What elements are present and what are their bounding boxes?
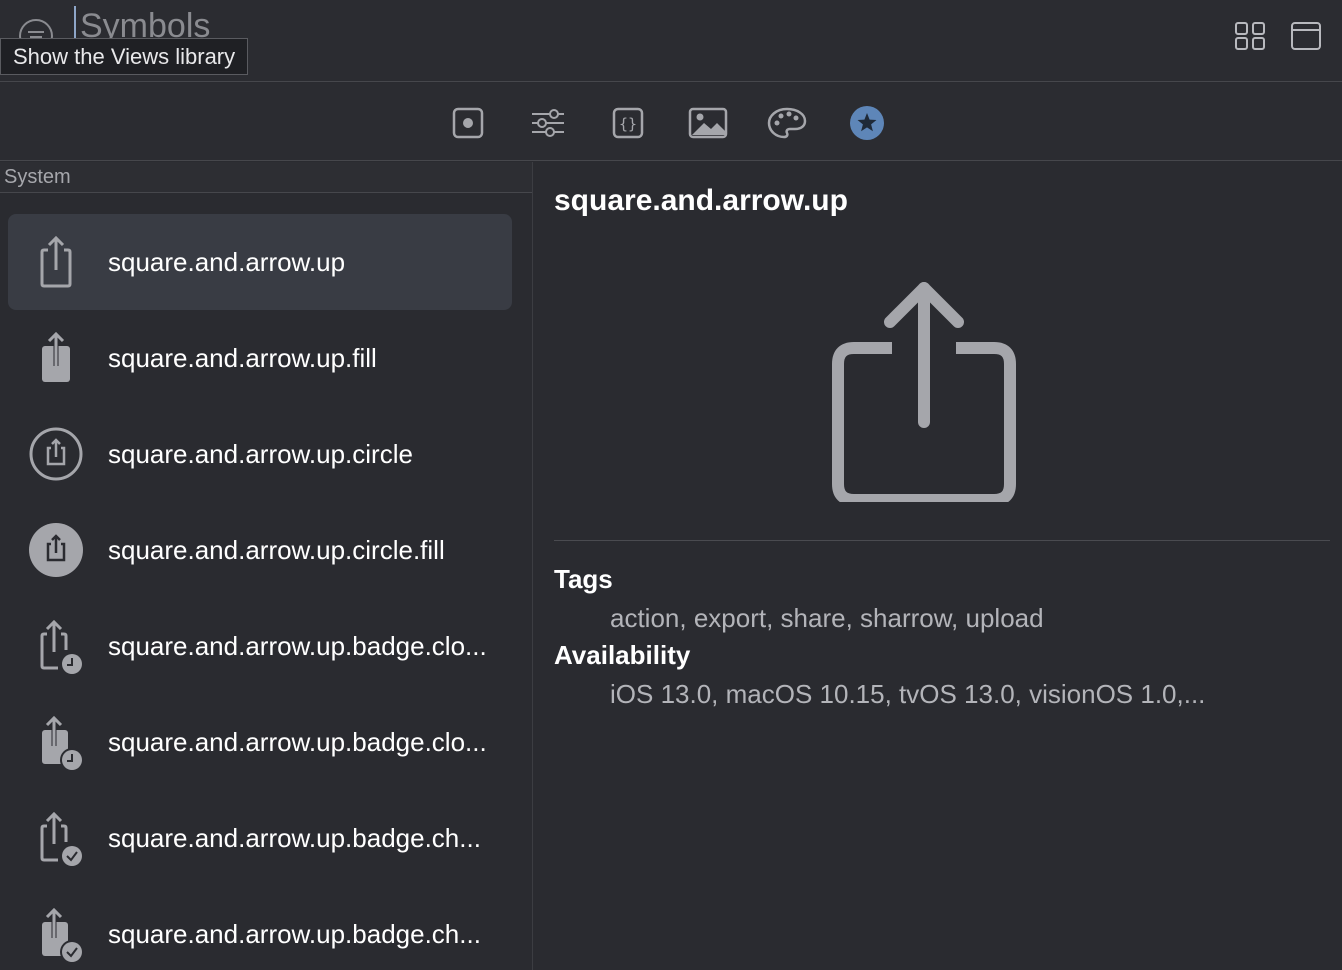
tab-images[interactable]: [688, 103, 728, 143]
list-item-label: square.and.arrow.up.badge.ch...: [108, 823, 481, 853]
square-arrow-up-circle-fill-icon: [29, 523, 83, 577]
symbols-library-window: Show the Views library: [0, 0, 1342, 970]
list-item[interactable]: square.and.arrow.up: [8, 214, 512, 310]
list-item-label: square.and.arrow.up.circle: [108, 439, 413, 469]
palette-icon: [767, 107, 807, 139]
list-item[interactable]: square.and.arrow.up.badge.clo...: [8, 694, 512, 790]
tab-colors[interactable]: [767, 103, 807, 143]
sliders-icon: [532, 109, 564, 137]
availability-heading: Availability: [554, 640, 691, 670]
square-arrow-up-fill-icon: [42, 331, 70, 382]
tags-heading: Tags: [554, 564, 613, 594]
grid-view-icon[interactable]: [1233, 20, 1267, 52]
tooltip: Show the Views library: [0, 38, 249, 75]
list-item-label: square.and.arrow.up: [108, 247, 346, 277]
tab-snippets[interactable]: {}: [608, 103, 648, 143]
divider: [554, 540, 1330, 541]
square-arrow-up-badge-check-fill-icon: [42, 907, 84, 962]
symbol-title: square.and.arrow.up: [554, 184, 848, 217]
square-arrow-up-badge-clock-icon: [40, 619, 82, 674]
symbol-detail-panel: square.and.arrow.up Tags action, export,…: [534, 162, 1342, 970]
list-item-label: square.and.arrow.up.circle.fill: [108, 535, 445, 565]
tab-symbols[interactable]: [847, 103, 887, 143]
svg-text:{}: {}: [619, 115, 637, 133]
list-item-label: square.and.arrow.up.badge.clo...: [108, 727, 487, 757]
symbols-sidebar: System square.and.arrow.up square.and.ar…: [0, 162, 533, 970]
list-item-label: square.and.arrow.up.badge.clo...: [108, 631, 487, 661]
tags-value: action, export, share, sharrow, upload: [610, 603, 1044, 633]
tab-views[interactable]: [448, 103, 488, 143]
availability-value: iOS 13.0, macOS 10.15, tvOS 13.0, vision…: [610, 679, 1206, 709]
square-arrow-up-badge-clock-fill-icon: [42, 715, 84, 770]
square-arrow-up-circle-icon: [29, 427, 83, 481]
section-header: System: [0, 162, 532, 193]
list-item-label: square.and.arrow.up.badge.ch...: [108, 919, 481, 949]
symbols-list: square.and.arrow.up square.and.arrow.up.…: [8, 214, 512, 970]
star-circle-icon: [850, 106, 884, 140]
list-item-label: square.and.arrow.up.fill: [108, 343, 377, 373]
square-arrow-up-icon: [40, 235, 72, 288]
square-arrow-up-badge-check-icon: [40, 811, 82, 866]
photo-icon: [688, 107, 728, 139]
search-bar: Show the Views library: [0, 0, 1342, 82]
library-tab-bar: {}: [0, 83, 1342, 161]
braces-icon: {}: [612, 107, 644, 139]
list-item[interactable]: square.and.arrow.up.fill: [8, 310, 512, 406]
list-item[interactable]: square.and.arrow.up.badge.ch...: [8, 790, 512, 886]
list-item[interactable]: square.and.arrow.up.circle: [8, 406, 512, 502]
square-dot-icon: [452, 107, 484, 139]
tab-modifiers[interactable]: [528, 103, 568, 143]
square-arrow-up-preview-icon: [832, 282, 1016, 502]
window-icon[interactable]: [1289, 20, 1323, 52]
list-item[interactable]: square.and.arrow.up.badge.ch...: [8, 886, 512, 970]
list-item[interactable]: square.and.arrow.up.circle.fill: [8, 502, 512, 598]
list-item[interactable]: square.and.arrow.up.badge.clo...: [8, 598, 512, 694]
